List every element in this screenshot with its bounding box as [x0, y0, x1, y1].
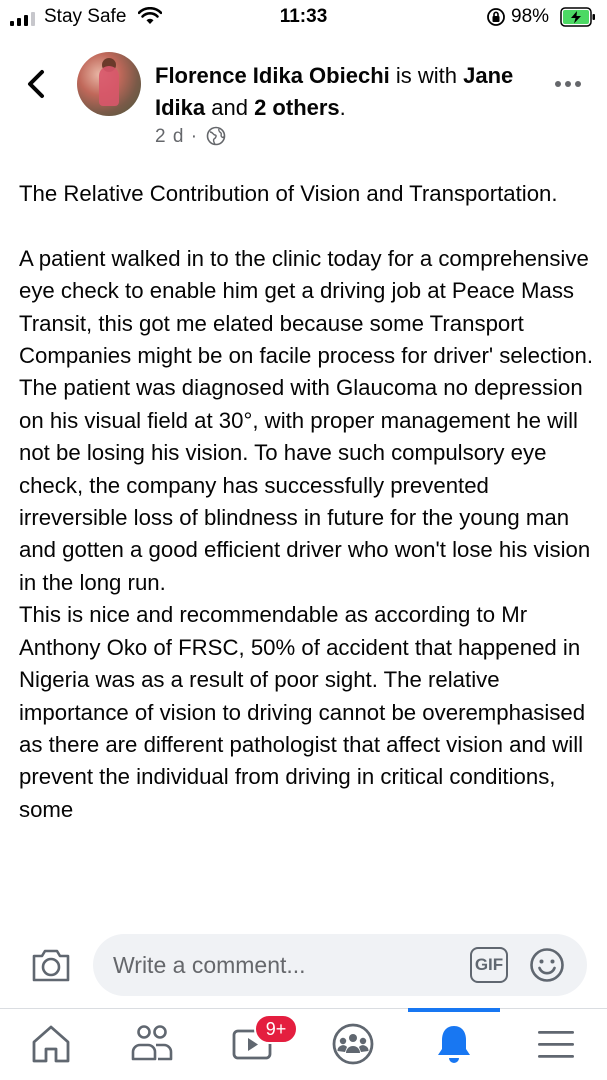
- tab-home[interactable]: [29, 1022, 73, 1066]
- battery-charging-icon: [560, 7, 595, 27]
- battery-percent: 98%: [511, 6, 550, 27]
- meta-separator: ·: [184, 126, 205, 147]
- friends-icon: [131, 1025, 173, 1061]
- post-time[interactable]: 2 d: [155, 126, 184, 147]
- bottom-tab-bar: [0, 1008, 607, 1080]
- bell-icon: [438, 1026, 470, 1063]
- tab-groups[interactable]: [331, 1022, 375, 1066]
- comment-input[interactable]: Write a comment... GIF: [93, 934, 587, 996]
- tab-menu[interactable]: [534, 1022, 578, 1066]
- and-text: and: [205, 95, 255, 120]
- author-name[interactable]: Florence Idika Obiechi: [155, 63, 390, 88]
- with-text: is with: [389, 63, 464, 88]
- active-tab-indicator: [408, 1008, 500, 1012]
- period: .: [339, 95, 346, 120]
- more-options-icon[interactable]: [554, 72, 582, 96]
- back-button[interactable]: [22, 66, 52, 102]
- orientation-lock-icon: [487, 8, 505, 26]
- menu-icon: [538, 1031, 574, 1058]
- post-header: Florence Idika Obiechi is with Jane Idik…: [155, 60, 535, 124]
- author-avatar[interactable]: [77, 52, 141, 116]
- gif-button[interactable]: GIF: [470, 947, 508, 983]
- post-meta: 2 d ·: [155, 126, 226, 148]
- home-icon: [32, 1025, 70, 1063]
- avatar-photo-figure: [99, 66, 119, 106]
- camera-icon[interactable]: [30, 944, 72, 986]
- emoji-icon[interactable]: [529, 947, 565, 983]
- tab-friends[interactable]: [130, 1022, 174, 1066]
- post-body: The Relative Contribution of Vision and …: [19, 181, 593, 822]
- status-bar: Stay Safe 11:33 98%: [0, 0, 607, 34]
- comment-placeholder: Write a comment...: [113, 952, 306, 978]
- watch-badge: 9+: [254, 1014, 298, 1044]
- groups-icon: [332, 1023, 374, 1065]
- tagged-others[interactable]: 2 others: [254, 95, 340, 120]
- globe-icon: [207, 126, 226, 146]
- tab-notifications[interactable]: [432, 1022, 476, 1066]
